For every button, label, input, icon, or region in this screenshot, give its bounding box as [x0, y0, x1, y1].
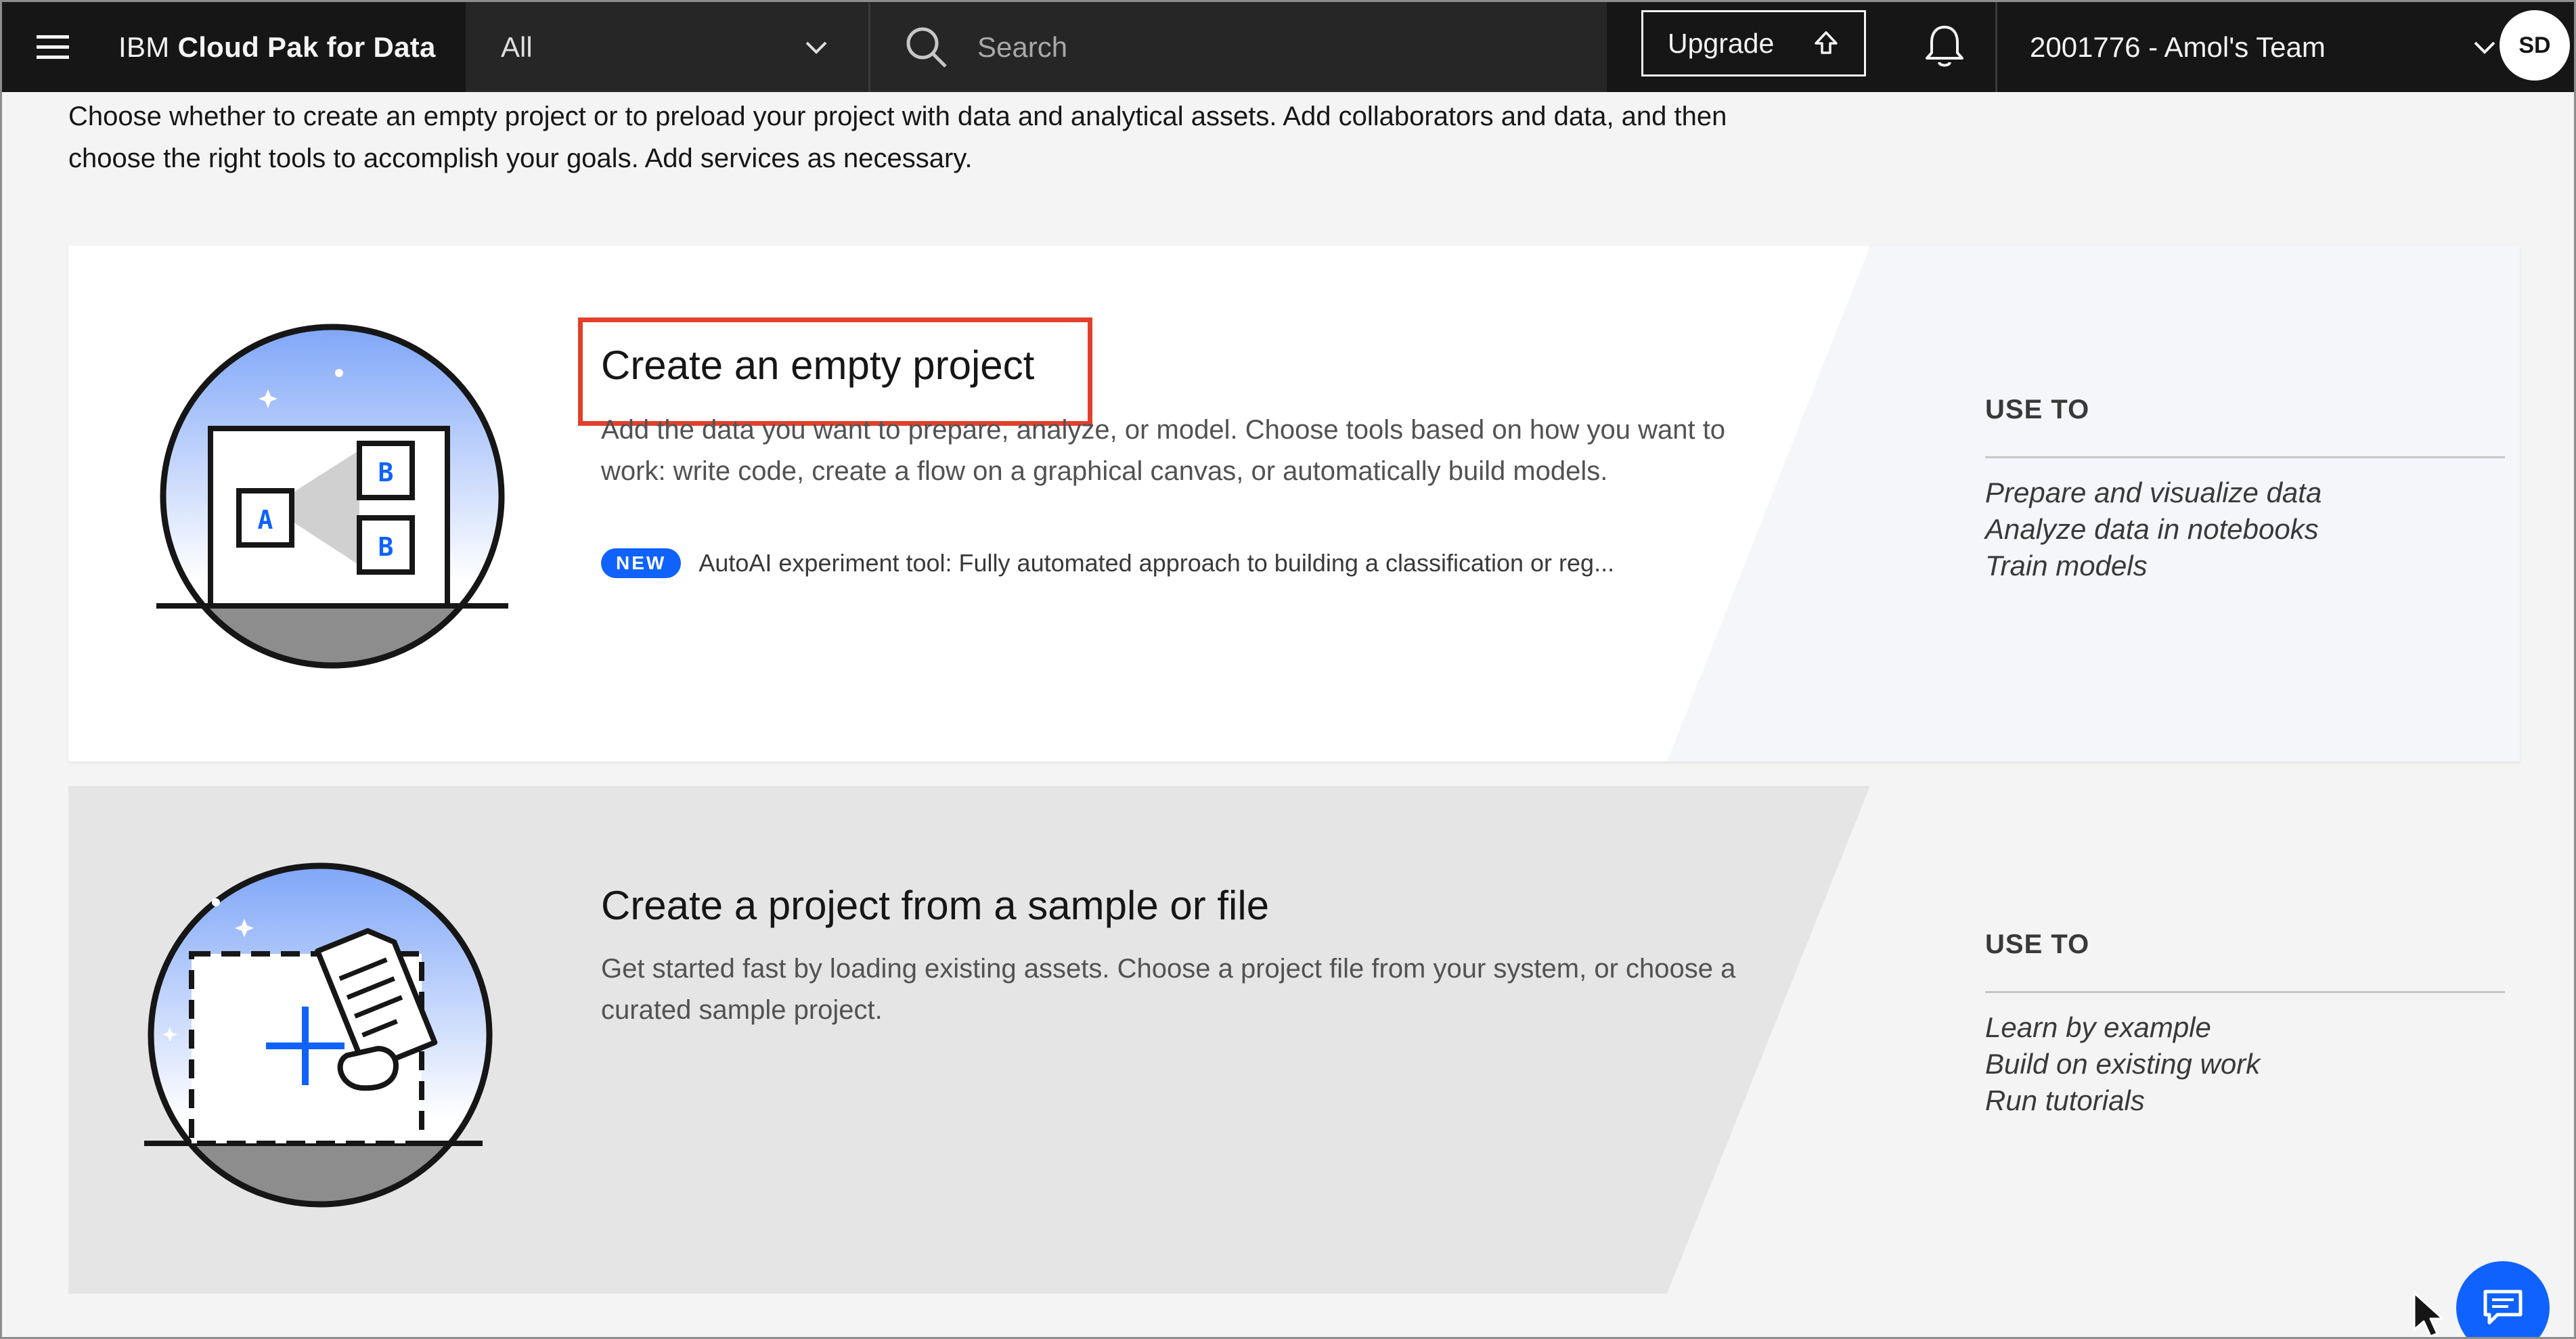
use-to-item: Prepare and visualize data [1985, 477, 2322, 508]
account-switcher[interactable]: 2001776 - Amol's Team [1995, 2, 2523, 92]
use-to-list: Prepare and visualize data Analyze data … [1985, 475, 2505, 584]
notification-bell-icon[interactable] [1921, 21, 1968, 72]
scope-dropdown[interactable]: All [466, 2, 870, 92]
use-to-item: Analyze data in notebooks [1985, 513, 2319, 545]
card-description: Add the data you want to prepare, analyz… [601, 415, 1726, 486]
use-to-item: Build on existing work [1985, 1048, 2261, 1080]
use-to-item: Train models [1985, 550, 2148, 581]
account-label: 2001776 - Amol's Team [2030, 30, 2326, 63]
use-to-item: Run tutorials [1985, 1084, 2145, 1116]
chat-icon [2483, 1290, 2523, 1325]
use-to-item: Learn by example [1985, 1011, 2211, 1043]
hamburger-menu-icon[interactable] [2, 2, 104, 92]
letter-b-bottom: B [378, 532, 394, 562]
user-avatar[interactable]: SD [2500, 10, 2570, 81]
brand-prefix: IBM [118, 30, 170, 63]
product-name[interactable]: IBM Cloud Pak for Data [104, 31, 466, 64]
new-badge: NEW [601, 548, 682, 578]
card-description: Get started fast by loading existing ass… [601, 954, 1736, 1025]
new-feature-text: AutoAI experiment tool: Fully automated … [698, 549, 1615, 577]
use-to-list: Learn by example Build on existing work … [1985, 1009, 2505, 1119]
chevron-down-icon [2474, 41, 2495, 54]
empty-project-illustration: A B B [156, 324, 508, 669]
intro-text: Choose whether to create an empty projec… [68, 102, 1727, 173]
letter-a: A [258, 505, 273, 535]
brand-name: Cloud Pak for Data [177, 30, 436, 63]
use-to-panel: USE TO Learn by example Build on existin… [1985, 929, 2505, 1119]
search-placeholder: Search [977, 30, 1068, 63]
use-to-label: USE TO [1985, 929, 2505, 993]
chevron-down-icon [805, 41, 827, 54]
card-title[interactable]: Create a project from a sample or file [601, 882, 1269, 929]
sample-project-card[interactable]: Create a project from a sample or file G… [68, 786, 2520, 1294]
upgrade-label: Upgrade [1668, 27, 1775, 59]
mouse-cursor-icon [2413, 1292, 2444, 1337]
scope-selected-value: All [501, 30, 533, 63]
empty-project-card[interactable]: A B B Create an empty project Add the da… [68, 246, 2520, 762]
letter-b-top: B [378, 458, 394, 487]
sample-project-illustration [144, 862, 493, 1208]
new-feature-row: NEW AutoAI experiment tool: Fully automa… [601, 548, 1614, 578]
use-to-label: USE TO [1985, 395, 2505, 458]
search-field[interactable]: Search [870, 2, 1607, 92]
app-window: IBM Cloud Pak for Data All Search Upgrad… [0, 0, 2576, 1339]
upgrade-button[interactable]: Upgrade [1641, 10, 1866, 76]
use-to-panel: USE TO Prepare and visualize data Analyz… [1985, 395, 2505, 584]
search-icon [906, 27, 947, 68]
upgrade-arrow-icon [1815, 31, 1838, 54]
